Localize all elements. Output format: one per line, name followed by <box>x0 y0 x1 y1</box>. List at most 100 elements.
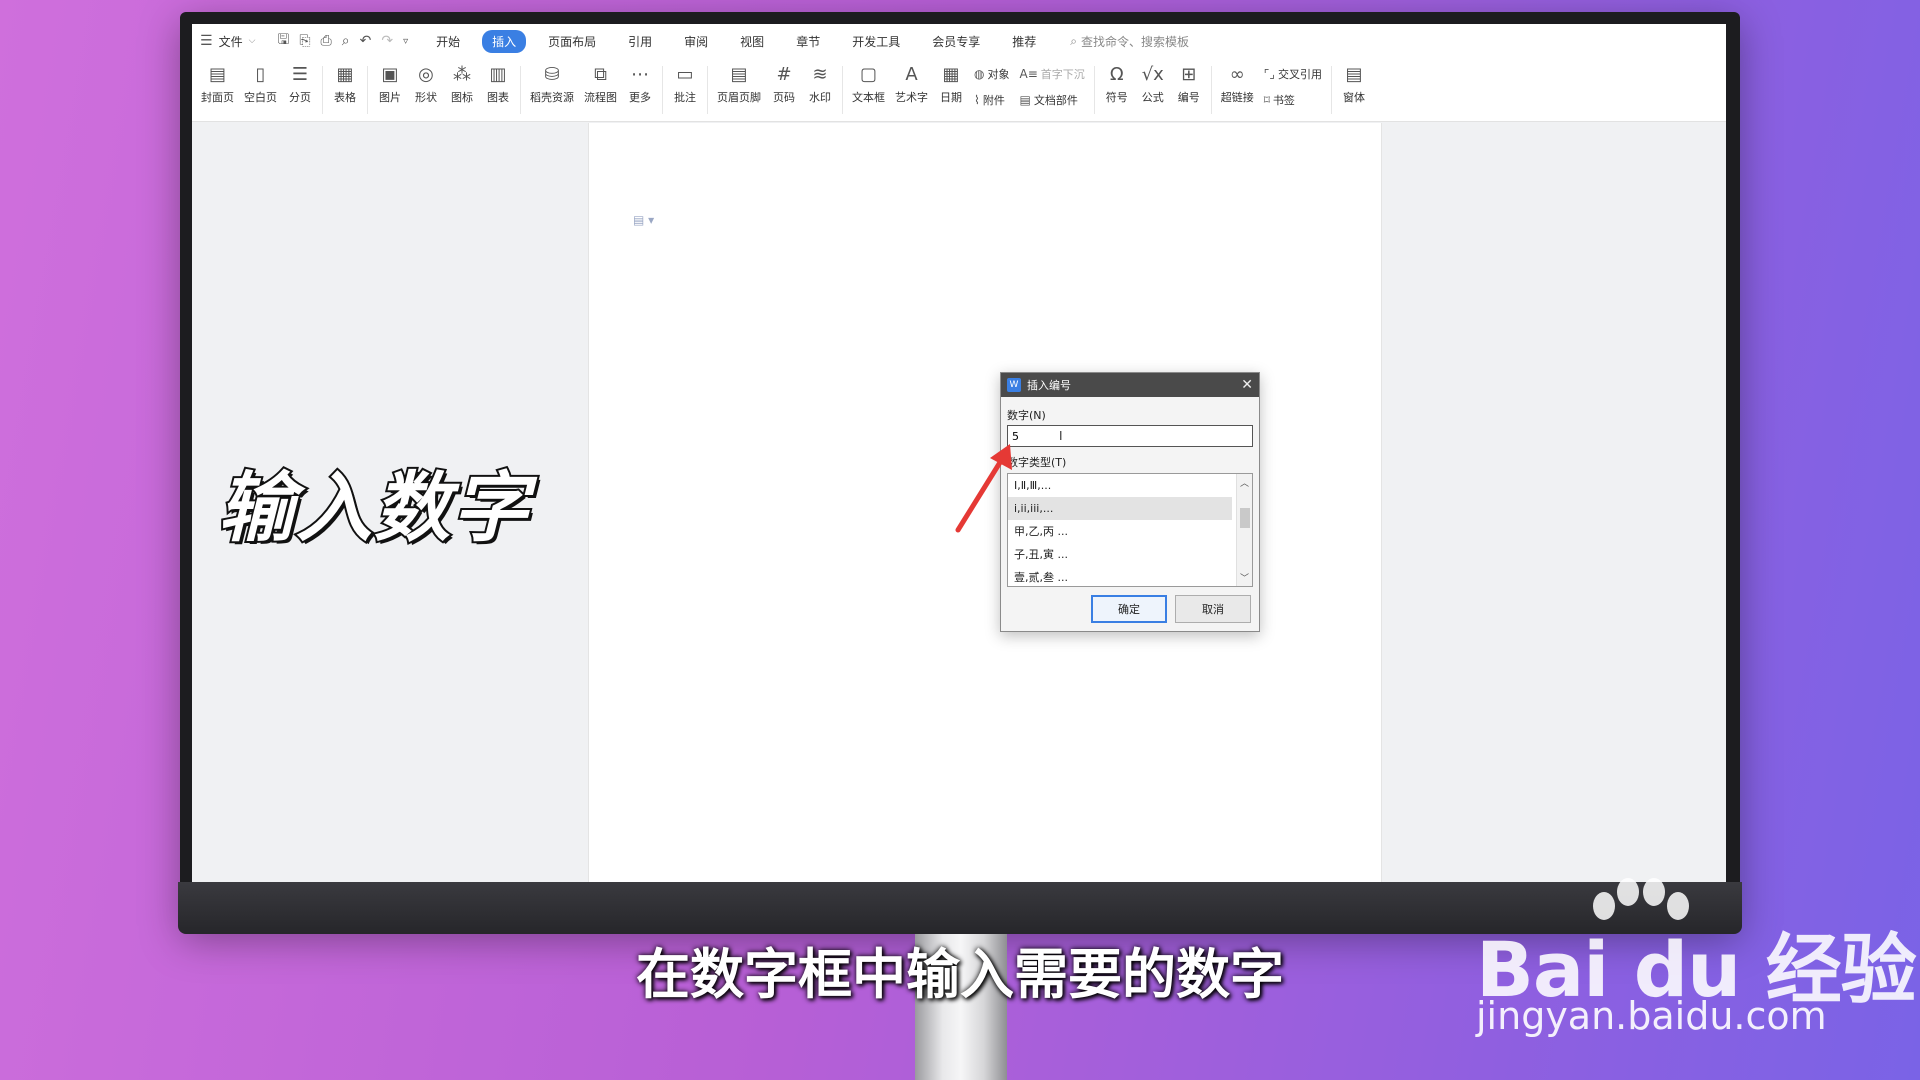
quick-access-toolbar: 🖫 ⎘ ⎙ ⌕ ↶ ↷ ▿ <box>277 29 408 53</box>
docer-resources-icon: ⛁ <box>544 63 560 85</box>
search-placeholder: 查找命令、搜索模板 <box>1080 34 1189 49</box>
more-button[interactable]: ⋯ 更多 <box>627 62 653 105</box>
chevron-up-icon[interactable]: ︿ <box>1240 476 1249 489</box>
ribbon-separator <box>520 66 521 114</box>
insert-number-dialog: W 插入编号 ✕ 数字(N) Ι 数字类型(T) Ⅰ,Ⅱ,Ⅲ,... i,ii,… <box>1000 372 1260 632</box>
table-button[interactable]: ▦ 表格 <box>332 62 358 105</box>
ribbon-insert: ▤ 封面页 ▯ 空白页 ☰ 分页 ▦ 表格 ▣ 图片 ◎ 形状 ⁂ 图标 ▥ 图表 ⛁ 稻壳资源 … <box>192 58 1726 122</box>
omega-icon: Ω <box>1109 63 1124 85</box>
comment-button[interactable]: ▭ 批注 <box>672 62 698 105</box>
list-item[interactable]: 甲,乙,丙 ... <box>1008 520 1232 543</box>
ribbon-separator <box>367 66 368 114</box>
doc-parts-button[interactable]: ▤ 文档部件 <box>1019 92 1084 108</box>
numbering-button[interactable]: ⊞ 编号 <box>1176 62 1202 105</box>
ribbon-separator <box>1210 66 1212 114</box>
tab-view[interactable]: 视图 <box>730 30 774 53</box>
comment-icon: ▭ <box>676 63 694 85</box>
list-item[interactable]: 壹,贰,叁 ... <box>1008 566 1232 586</box>
word-art-button[interactable]: A 艺术字 <box>895 62 928 105</box>
reference-group: ⌜⌟ 交叉引用 ⌑ 书签 <box>1264 66 1322 108</box>
list-item[interactable]: Ⅰ,Ⅱ,Ⅲ,... <box>1008 474 1232 497</box>
paste-options-icon[interactable]: ▤ ▾ <box>633 213 654 227</box>
drop-cap-icon: A≡ <box>1019 67 1038 81</box>
link-icon: ∞ <box>1229 63 1245 85</box>
cross-reference-icon: ⌜⌟ <box>1263 67 1275 81</box>
tab-section[interactable]: 章节 <box>786 30 830 53</box>
drop-cap-button[interactable]: A≡ 首字下沉 <box>1019 66 1084 82</box>
ribbon-separator <box>1093 66 1095 114</box>
table-icon: ▦ <box>336 63 354 85</box>
object-icon: ◍ <box>974 67 985 81</box>
list-item[interactable]: 子,丑,寅 ... <box>1008 543 1232 566</box>
picture-button[interactable]: ▣ 图片 <box>377 62 403 105</box>
tab-recommend[interactable]: 推荐 <box>1002 30 1046 53</box>
date-button[interactable]: ▦ 日期 <box>938 62 964 105</box>
tab-page-layout[interactable]: 页面布局 <box>538 30 606 53</box>
print-icon[interactable]: ⎙ <box>321 33 332 49</box>
shape-icon: ◎ <box>418 63 434 85</box>
menubar: ☰ 文件 ⌵ 🖫 ⎘ ⎙ ⌕ ↶ ↷ ▿ 开始 插入 页面布局 引用 审阅 视图… <box>192 24 1726 58</box>
ok-button[interactable]: 确定 <box>1091 595 1167 623</box>
header-footer-button[interactable]: ▤ 页眉页脚 <box>717 62 761 105</box>
shape-button[interactable]: ◎ 形状 <box>413 62 439 105</box>
text-box-icon: ▢ <box>859 63 877 85</box>
page-number-button[interactable]: # 页码 <box>771 62 797 105</box>
list-scrollbar[interactable]: ︿ ﹀ <box>1236 474 1252 586</box>
attachment-button[interactable]: ⌇ 附件 <box>974 92 1009 108</box>
page-break-button[interactable]: ☰ 分页 <box>287 62 313 105</box>
file-menu-label: 文件 <box>218 34 243 49</box>
ribbon-separator <box>707 66 708 114</box>
scroll-thumb[interactable] <box>1240 508 1250 528</box>
number-type-list[interactable]: Ⅰ,Ⅱ,Ⅲ,... i,ii,iii,... 甲,乙,丙 ... 子,丑,寅 .… <box>1007 473 1253 587</box>
flowchart-icon: ⧉ <box>594 63 607 85</box>
hamburger-icon: ☰ <box>200 33 213 49</box>
ribbon-separator <box>662 66 663 114</box>
page-number-icon: # <box>776 63 792 85</box>
blank-page-button[interactable]: ▯ 空白页 <box>244 62 277 105</box>
number-input[interactable] <box>1007 425 1253 447</box>
cancel-button[interactable]: 取消 <box>1175 595 1251 623</box>
print-preview-icon[interactable]: ⌕ <box>342 33 350 49</box>
export-icon[interactable]: ⎘ <box>299 33 310 49</box>
tab-developer[interactable]: 开发工具 <box>842 30 910 53</box>
list-item[interactable]: i,ii,iii,... <box>1008 497 1232 520</box>
customize-icon[interactable]: ▿ <box>403 36 408 47</box>
docer-resources-button[interactable]: ⛁ 稻壳资源 <box>530 62 574 105</box>
chevron-down-icon[interactable]: ﹀ <box>1240 571 1249 584</box>
blank-page-icon: ▯ <box>255 63 266 85</box>
text-box-button[interactable]: ▢ 文本框 <box>852 62 885 105</box>
window-form-button[interactable]: ▤ 窗体 <box>1341 62 1367 105</box>
picture-icon: ▣ <box>381 63 399 85</box>
watermark-button[interactable]: ≋ 水印 <box>807 62 833 105</box>
formula-icon: √x <box>1141 63 1164 85</box>
tab-home[interactable]: 开始 <box>426 30 470 53</box>
cover-page-button[interactable]: ▤ 封面页 <box>201 62 234 105</box>
doc-parts-icon: ▤ <box>1019 93 1031 107</box>
tab-references[interactable]: 引用 <box>618 30 662 53</box>
tab-insert[interactable]: 插入 <box>482 29 527 53</box>
chart-button[interactable]: ▥ 图表 <box>485 62 511 105</box>
bookmark-button[interactable]: ⌑ 书签 <box>1264 92 1322 108</box>
object-button[interactable]: ◍ 对象 <box>974 66 1009 82</box>
flowchart-button[interactable]: ⧉ 流程图 <box>584 62 617 105</box>
save-icon[interactable]: 🖫 <box>277 29 289 53</box>
formula-button[interactable]: √x 公式 <box>1140 62 1166 105</box>
redo-icon[interactable]: ↷ <box>381 33 393 49</box>
hyperlink-button[interactable]: ∞ 超链接 <box>1221 62 1254 105</box>
close-icon[interactable]: ✕ <box>1241 377 1253 393</box>
file-menu[interactable]: ☰ 文件 ⌵ <box>200 33 255 50</box>
object-attachment-group: ◍ 对象 ⌇ 附件 <box>974 66 1009 108</box>
text-cursor-icon: Ι <box>1059 429 1063 443</box>
command-search[interactable]: ⌕ 查找命令、搜索模板 <box>1070 33 1189 50</box>
chart-icon: ▥ <box>489 63 507 85</box>
symbol-button[interactable]: Ω 符号 <box>1104 62 1130 105</box>
tab-review[interactable]: 审阅 <box>674 30 718 53</box>
more-icon: ⋯ <box>631 63 649 85</box>
ribbon-separator <box>842 66 843 114</box>
search-icon: ⌕ <box>1070 33 1077 48</box>
cross-reference-button[interactable]: ⌜⌟ 交叉引用 <box>1264 66 1322 82</box>
tab-member[interactable]: 会员专享 <box>922 30 990 53</box>
numbering-icon: ⊞ <box>1181 63 1197 85</box>
icon-library-button[interactable]: ⁂ 图标 <box>449 62 475 105</box>
undo-icon[interactable]: ↶ <box>360 33 372 49</box>
